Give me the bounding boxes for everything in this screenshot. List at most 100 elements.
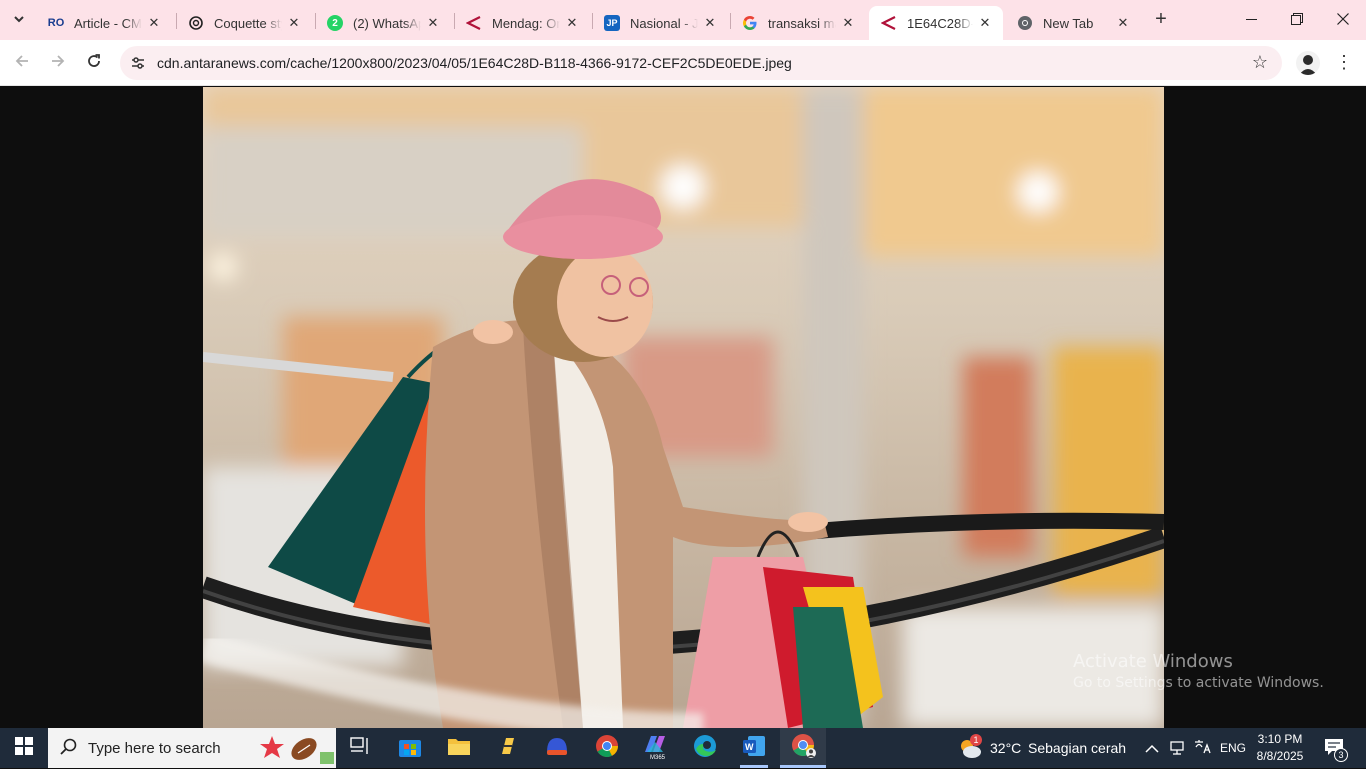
tab-mendag[interactable]: Mendag: Omzet ✕ bbox=[454, 6, 590, 40]
close-icon[interactable]: ✕ bbox=[564, 15, 580, 31]
language-indicator[interactable]: ENG bbox=[1220, 741, 1246, 755]
arrow-right-icon bbox=[50, 53, 66, 74]
weather-condition[interactable]: Sebagian cerah bbox=[1028, 740, 1126, 756]
url-text[interactable]: cdn.antaranews.com/cache/1200x800/2023/0… bbox=[157, 55, 792, 71]
edge-icon bbox=[693, 734, 717, 763]
back-button[interactable] bbox=[10, 51, 34, 75]
bookmark-star-icon[interactable]: ☆ bbox=[1252, 52, 1268, 73]
reload-icon bbox=[86, 53, 102, 74]
chrome-icon bbox=[595, 734, 619, 763]
file-explorer-button[interactable] bbox=[445, 734, 473, 762]
windows-taskbar: Type here to search M365 W 1 32°C Sebagi… bbox=[0, 728, 1366, 768]
chrome-taskbar-button[interactable] bbox=[593, 734, 621, 762]
tab-jawapos[interactable]: JP Nasional - Jawa Pos ✕ bbox=[592, 6, 728, 40]
tab-title: Article - CMS bbox=[74, 15, 142, 31]
shopping-photo[interactable] bbox=[203, 87, 1164, 728]
tab-search-button[interactable] bbox=[8, 9, 30, 31]
tab-new-tab[interactable]: New Tab ✕ bbox=[1005, 6, 1141, 40]
close-icon[interactable]: ✕ bbox=[146, 15, 162, 31]
whatsapp-icon: 2 bbox=[327, 15, 343, 31]
meet-app-button[interactable] bbox=[543, 734, 571, 762]
tab-title: transaksi mall bbox=[768, 15, 836, 31]
ro-icon: RO bbox=[47, 17, 65, 29]
windows-logo-icon bbox=[15, 736, 33, 760]
close-icon[interactable]: ✕ bbox=[1115, 15, 1131, 31]
taskbar-search-box[interactable]: Type here to search bbox=[48, 728, 336, 768]
clock-date: 8/8/2025 bbox=[1256, 749, 1304, 763]
search-placeholder: Type here to search bbox=[88, 740, 221, 757]
restore-icon bbox=[1291, 12, 1303, 28]
tab-article-cms[interactable]: RO Article - CMS ✕ bbox=[36, 6, 172, 40]
input-method-icon[interactable] bbox=[1193, 739, 1211, 760]
browser-tab-bar: RO Article - CMS ✕ Coquette style ✕ 2 (2… bbox=[0, 0, 1366, 40]
tab-title: Mendag: Omzet bbox=[492, 15, 560, 31]
tab-transaksi-mall[interactable]: transaksi mall ✕ bbox=[730, 6, 866, 40]
address-bar[interactable]: cdn.antaranews.com/cache/1200x800/2023/0… bbox=[120, 46, 1282, 80]
microsoft-365-button[interactable]: M365 bbox=[641, 734, 669, 762]
tab-current-image[interactable]: 1E64C28D-B118 ✕ bbox=[869, 6, 1003, 40]
pencil-note-icon bbox=[496, 734, 520, 763]
m365-icon: M365 bbox=[641, 732, 669, 765]
weather-temp[interactable]: 32°C bbox=[990, 740, 1021, 756]
close-icon[interactable]: ✕ bbox=[840, 15, 856, 31]
new-tab-button[interactable]: + bbox=[1149, 8, 1173, 32]
google-icon bbox=[742, 15, 758, 31]
folder-icon bbox=[447, 736, 471, 761]
sticky-app-button[interactable] bbox=[494, 734, 522, 762]
chevron-up-icon[interactable] bbox=[1145, 741, 1159, 759]
tab-title: 1E64C28D-B118 bbox=[907, 15, 973, 31]
active-app-highlight bbox=[780, 728, 826, 768]
chrome-icon bbox=[1017, 15, 1033, 31]
word-button[interactable]: W bbox=[740, 734, 768, 762]
task-view-button[interactable] bbox=[346, 734, 374, 762]
browser-menu-button[interactable]: ⋮ bbox=[1334, 51, 1354, 75]
antara-icon bbox=[881, 15, 897, 31]
plus-icon: + bbox=[1155, 8, 1167, 30]
tab-title: Coquette style bbox=[214, 15, 282, 31]
close-icon[interactable]: ✕ bbox=[702, 15, 718, 31]
system-clock[interactable]: 3:10 PM 8/8/2025 bbox=[1250, 731, 1310, 765]
close-window-button[interactable] bbox=[1320, 0, 1366, 40]
clock-time: 3:10 PM bbox=[1257, 732, 1303, 746]
tab-title: New Tab bbox=[1043, 15, 1094, 31]
store-icon bbox=[398, 735, 422, 762]
openai-icon bbox=[188, 15, 204, 31]
svg-text:W: W bbox=[745, 742, 754, 752]
tab-whatsapp[interactable]: 2 (2) WhatsApp ✕ bbox=[315, 6, 451, 40]
close-icon[interactable]: ✕ bbox=[286, 15, 302, 31]
edge-button[interactable] bbox=[691, 734, 719, 762]
restore-button[interactable] bbox=[1274, 0, 1320, 40]
meet-icon bbox=[544, 734, 570, 763]
weather-badge: 1 bbox=[970, 734, 982, 746]
watermark-title: Activate Windows bbox=[1073, 651, 1233, 672]
forward-button[interactable] bbox=[46, 51, 70, 75]
site-settings-icon[interactable] bbox=[130, 55, 146, 71]
profile-avatar[interactable] bbox=[1296, 51, 1320, 75]
notification-count-badge: 3 bbox=[1334, 748, 1348, 762]
activate-windows-watermark: Activate Windows Go to Settings to activ… bbox=[1073, 651, 1324, 691]
image-viewer bbox=[0, 87, 1366, 728]
tab-coquette-style[interactable]: Coquette style ✕ bbox=[176, 6, 312, 40]
start-button[interactable] bbox=[0, 728, 48, 768]
search-icon bbox=[60, 738, 78, 761]
close-icon[interactable]: ✕ bbox=[977, 15, 993, 31]
reload-button[interactable] bbox=[82, 51, 106, 75]
antara-icon bbox=[466, 15, 482, 31]
tab-title: (2) WhatsApp bbox=[353, 15, 421, 31]
chevron-down-icon bbox=[13, 13, 25, 28]
svg-text:M365: M365 bbox=[650, 755, 666, 760]
microsoft-store-button[interactable] bbox=[396, 734, 424, 762]
close-icon bbox=[1337, 12, 1349, 28]
watermark-subtitle: Go to Settings to activate Windows. bbox=[1073, 675, 1324, 691]
jp-icon: JP bbox=[604, 15, 620, 31]
close-icon[interactable]: ✕ bbox=[425, 15, 441, 31]
network-icon[interactable] bbox=[1169, 739, 1185, 760]
tab-title: Nasional - Jawa Pos bbox=[630, 15, 698, 31]
browser-toolbar: cdn.antaranews.com/cache/1200x800/2023/0… bbox=[0, 40, 1366, 86]
more-vert-icon: ⋮ bbox=[1335, 52, 1353, 72]
task-view-icon bbox=[350, 736, 370, 760]
arrow-left-icon bbox=[14, 53, 30, 74]
word-icon: W bbox=[742, 734, 766, 763]
search-highlight-icon bbox=[258, 732, 334, 769]
minimize-button[interactable] bbox=[1228, 0, 1274, 40]
